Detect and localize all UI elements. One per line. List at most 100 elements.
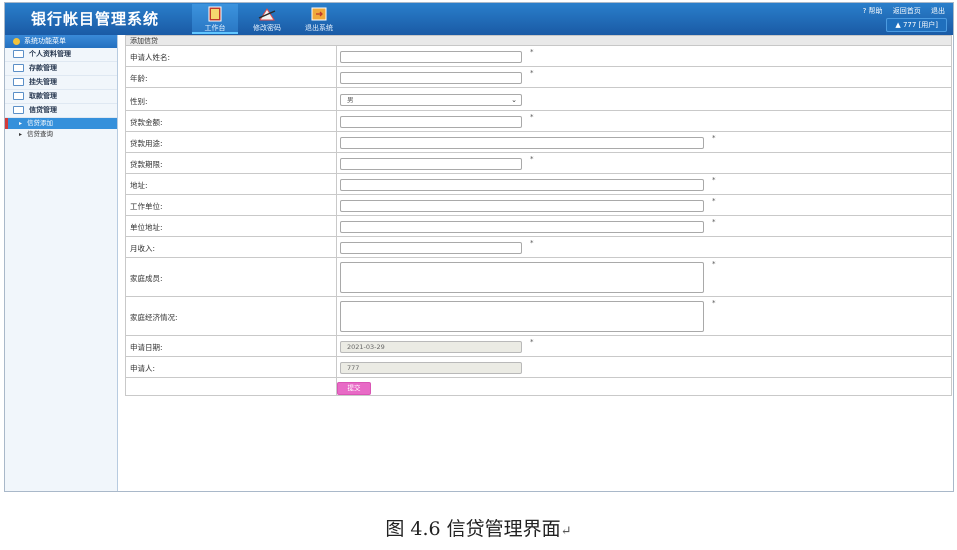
sidebar-item-label: 信贷管理	[29, 106, 57, 114]
sidebar-item-profile[interactable]: 个人资料管理	[5, 48, 117, 62]
row-term: 贷款期限: *	[125, 153, 952, 174]
logout-link[interactable]: 退出	[931, 7, 945, 15]
submit-button[interactable]: 提交	[337, 382, 371, 395]
cell-divider	[336, 336, 337, 356]
row-income: 月收入: *	[125, 237, 952, 258]
label-employer-address: 单位地址:	[130, 223, 163, 232]
app-title: 银行帐目管理系统	[31, 10, 160, 28]
sidebar-subitem-credit-add[interactable]: 信贷添加	[5, 118, 117, 129]
cell-divider	[336, 153, 337, 173]
date-input[interactable]: 2021-03-29	[340, 341, 522, 353]
age-input[interactable]	[340, 72, 522, 84]
row-amount: 贷款金额: *	[125, 111, 952, 132]
name-input[interactable]	[340, 51, 522, 63]
finance-textarea[interactable]	[340, 301, 704, 332]
help-link[interactable]: ? 帮助	[863, 7, 883, 15]
sidebar-item-label: 个人资料管理	[29, 50, 71, 58]
employer-address-input[interactable]	[340, 221, 704, 233]
label-date: 申请日期:	[130, 343, 163, 352]
cell-divider	[336, 195, 337, 215]
row-gender: 性别: 男 ⌄	[125, 88, 952, 111]
menu-folder-icon	[13, 78, 24, 86]
row-purpose: 贷款用途: *	[125, 132, 952, 153]
chevron-down-icon: ⌄	[511, 96, 517, 104]
label-name: 申请人姓名:	[130, 53, 171, 62]
cell-divider	[336, 88, 337, 110]
row-age: 年龄: *	[125, 67, 952, 88]
sidebar-item-label: 存款管理	[29, 64, 57, 72]
cell-divider	[336, 174, 337, 194]
required-mark: *	[530, 338, 534, 346]
cell-divider	[336, 258, 337, 296]
required-mark: *	[712, 134, 716, 142]
gender-select[interactable]: 男 ⌄	[340, 94, 522, 106]
required-mark: *	[530, 155, 534, 163]
cell-divider	[336, 111, 337, 131]
row-name: 申请人姓名: *	[125, 46, 952, 67]
cell-divider	[336, 46, 337, 66]
nav-workbench-label: 工作台	[204, 24, 226, 32]
family-textarea[interactable]	[340, 262, 704, 293]
label-family: 家庭成员:	[130, 274, 163, 283]
row-employer-address: 单位地址: *	[125, 216, 952, 237]
income-input[interactable]	[340, 242, 522, 254]
required-mark: *	[530, 69, 534, 77]
row-submit: 提交	[125, 378, 952, 396]
label-age: 年龄:	[130, 74, 148, 83]
term-input[interactable]	[340, 158, 522, 170]
sidebar-item-credit[interactable]: 信贷管理	[5, 104, 117, 118]
nav-exit-button[interactable]: 退出系统	[296, 4, 342, 34]
row-family: 家庭成员: *	[125, 258, 952, 297]
menu-folder-icon	[13, 92, 24, 100]
sidebar-title: 系统功能菜单	[24, 37, 66, 45]
sidebar-item-deposit[interactable]: 存款管理	[5, 62, 117, 76]
top-links: ? 帮助 返回首页 退出	[855, 6, 945, 16]
label-gender: 性别:	[130, 97, 148, 106]
label-amount: 贷款金额:	[130, 118, 163, 127]
required-mark: *	[712, 197, 716, 205]
cell-divider	[336, 132, 337, 152]
sidebar-header: 系统功能菜单	[5, 35, 117, 48]
label-purpose: 贷款用途:	[130, 139, 163, 148]
app-window: 银行帐目管理系统 工作台 修改密码 退出系统 ? 帮助 返回首页 退出 ▲ 77…	[4, 2, 954, 492]
sidebar-item-label: 取款管理	[29, 92, 57, 100]
address-input[interactable]	[340, 179, 704, 191]
applicant-input[interactable]: 777	[340, 362, 522, 374]
nav-change-password-button[interactable]: 修改密码	[244, 4, 290, 34]
label-employer: 工作单位:	[130, 202, 163, 211]
cell-divider	[336, 237, 337, 257]
sidebar-item-label: 挂失管理	[29, 78, 57, 86]
gender-select-value: 男	[347, 96, 354, 104]
amount-input[interactable]	[340, 116, 522, 128]
row-applicant: 申请人: 777	[125, 357, 952, 378]
label-applicant: 申请人:	[130, 364, 156, 373]
menu-folder-icon	[13, 106, 24, 114]
exit-icon	[311, 7, 327, 21]
nav-change-password-label: 修改密码	[253, 24, 281, 32]
book-icon	[208, 6, 222, 22]
required-mark: *	[530, 113, 534, 121]
row-employer: 工作单位: *	[125, 195, 952, 216]
panel-title: 添加信贷	[125, 35, 952, 46]
required-mark: *	[712, 218, 716, 226]
sidebar-item-loss-report[interactable]: 挂失管理	[5, 76, 117, 90]
home-link[interactable]: 返回首页	[893, 7, 921, 15]
figure-caption: 图 4.6 信贷管理界面↵	[0, 514, 957, 541]
required-mark: *	[712, 260, 716, 268]
sidebar: 系统功能菜单 个人资料管理 存款管理 挂失管理 取款管理 信贷管理 信贷添加 信…	[5, 35, 118, 491]
menu-dot-icon	[13, 37, 20, 45]
header: 银行帐目管理系统 工作台 修改密码 退出系统 ? 帮助 返回首页 退出 ▲ 77…	[5, 3, 953, 35]
label-income: 月收入:	[130, 244, 156, 253]
menu-folder-icon	[13, 50, 24, 58]
sidebar-subitem-credit-query[interactable]: 信贷查询	[5, 129, 117, 140]
employer-input[interactable]	[340, 200, 704, 212]
nav-workbench-button[interactable]: 工作台	[192, 4, 238, 34]
label-address: 地址:	[130, 181, 148, 190]
sidebar-item-withdraw[interactable]: 取款管理	[5, 90, 117, 104]
cell-divider	[336, 297, 337, 335]
label-term: 贷款期限:	[130, 160, 163, 169]
required-mark: *	[712, 176, 716, 184]
row-date: 申请日期: 2021-03-29 *	[125, 336, 952, 357]
purpose-input[interactable]	[340, 137, 704, 149]
cell-divider	[336, 67, 337, 87]
